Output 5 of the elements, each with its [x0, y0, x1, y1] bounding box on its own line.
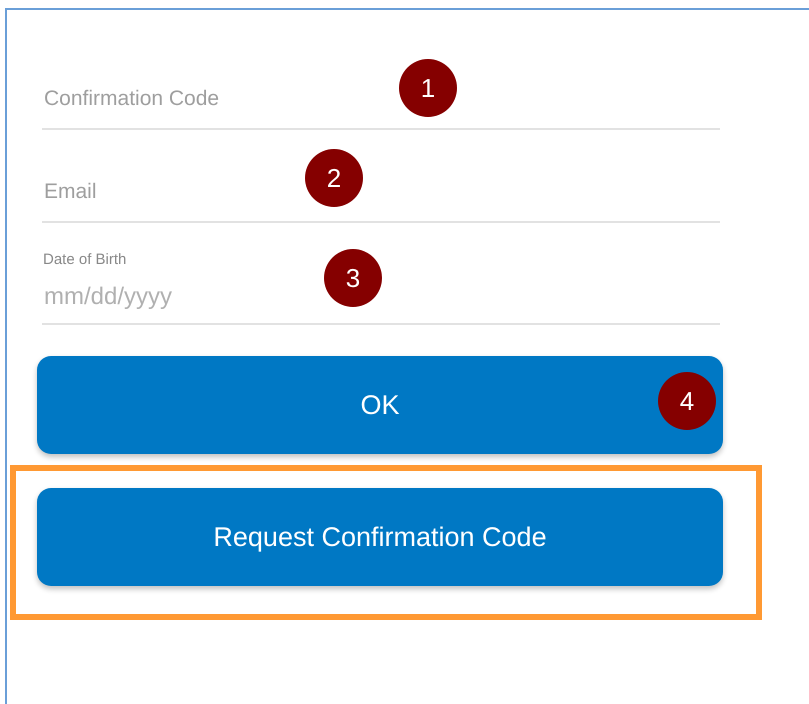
- number-badge: 3: [324, 249, 382, 307]
- field-label: Date of Birth: [42, 251, 128, 270]
- number-badge: 2: [305, 149, 363, 207]
- request-code-button[interactable]: Request Confirmation Code: [37, 488, 723, 586]
- number-badge: 1: [399, 59, 457, 117]
